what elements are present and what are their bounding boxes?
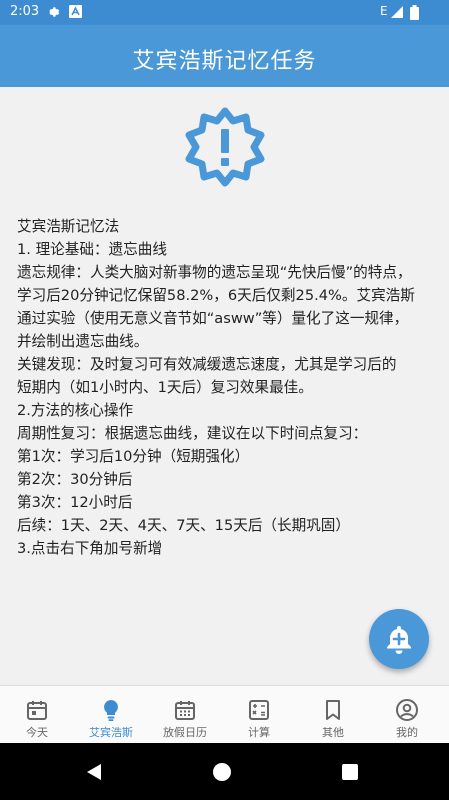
main-content: 艾宾浩斯记忆法 1. 理论基础：遗忘曲线 遗忘规律：人类大脑对新事物的遗忘呈现“…: [0, 87, 449, 685]
nav-item-ebbinghaus[interactable]: 艾宾浩斯: [74, 686, 148, 744]
account-icon: [396, 699, 418, 721]
calendar-icon: [27, 701, 47, 720]
ebbinghaus-description: 艾宾浩斯记忆法 1. 理论基础：遗忘曲线 遗忘规律：人类大脑对新事物的遗忘呈现“…: [17, 215, 442, 560]
text-line: 并绘制出遗忘曲线。: [17, 333, 149, 350]
page-title: 艾宾浩斯记忆任务: [132, 49, 317, 74]
nav-label-other: 其他: [322, 726, 344, 739]
signal-icon: [390, 5, 404, 23]
recents-icon[interactable]: [341, 763, 359, 781]
bookmark-icon: [326, 700, 340, 720]
nav-label-ebbinghaus: 艾宾浩斯: [89, 726, 133, 739]
nav-label-calculate: 计算: [248, 726, 270, 739]
status-bar: 2:03 E: [0, 0, 449, 25]
app-notification-icon: [69, 5, 82, 22]
text-line: 第2次：30分钟后: [17, 471, 133, 488]
text-line: 关键发现：及时复习可有效减缓遗忘速度，尤其是学习后的: [17, 356, 397, 373]
text-line: 学习后20分钟记忆保留58.2%，6天后仅剩25.4%。艾宾浩斯: [17, 287, 415, 304]
text-line: 艾宾浩斯记忆法: [17, 218, 120, 235]
text-line: 通过实验（使用无意义音节如“asww”等）量化了这一规律，: [17, 310, 409, 327]
text-line: 遗忘规律：人类大脑对新事物的遗忘呈现“先快后慢”的特点，: [17, 264, 412, 281]
back-icon[interactable]: [84, 762, 104, 782]
calculator-icon: [249, 700, 269, 720]
calendar-grid-icon: [175, 701, 195, 720]
text-line: 1. 理论基础：遗忘曲线: [17, 241, 167, 258]
text-line: 3.点击右下角加号新增: [17, 540, 163, 557]
bottom-navigation: 今天 艾宾浩斯 放假日历 计算 其他 我的: [0, 685, 449, 744]
app-bar: 艾宾浩斯记忆任务: [0, 25, 449, 87]
text-line: 第1次：学习后10分钟（短期强化）: [17, 448, 250, 465]
nav-item-today[interactable]: 今天: [0, 686, 74, 744]
home-icon[interactable]: [212, 762, 232, 782]
network-type-icon: E: [380, 4, 388, 18]
battery-icon: [410, 5, 419, 24]
nav-label-mine: 我的: [396, 726, 418, 739]
settings-icon: [47, 5, 61, 23]
add-reminder-button[interactable]: [369, 609, 429, 669]
status-time: 2:03: [10, 4, 40, 19]
bell-plus-icon: [387, 626, 411, 654]
nav-item-calculate[interactable]: 计算: [222, 686, 296, 744]
nav-item-other[interactable]: 其他: [296, 686, 370, 744]
nav-item-holiday-calendar[interactable]: 放假日历: [148, 686, 222, 744]
text-line: 2.方法的核心操作: [17, 402, 134, 419]
alert-badge-icon: [185, 107, 265, 187]
nav-label-holiday-calendar: 放假日历: [163, 726, 207, 739]
nav-label-today: 今天: [26, 726, 48, 739]
system-navigation-bar: [0, 743, 449, 800]
text-line: 第3次：12小时后: [17, 494, 133, 511]
text-line: 短期内（如1小时内、1天后）复习效果最佳。: [17, 379, 313, 396]
text-line: 周期性复习：根据遗忘曲线，建议在以下时间点复习：: [17, 425, 368, 442]
text-line: 后续：1天、2天、4天、7天、15天后（长期巩固）: [17, 517, 350, 534]
nav-item-mine[interactable]: 我的: [370, 686, 444, 744]
lightbulb-icon: [104, 700, 118, 721]
